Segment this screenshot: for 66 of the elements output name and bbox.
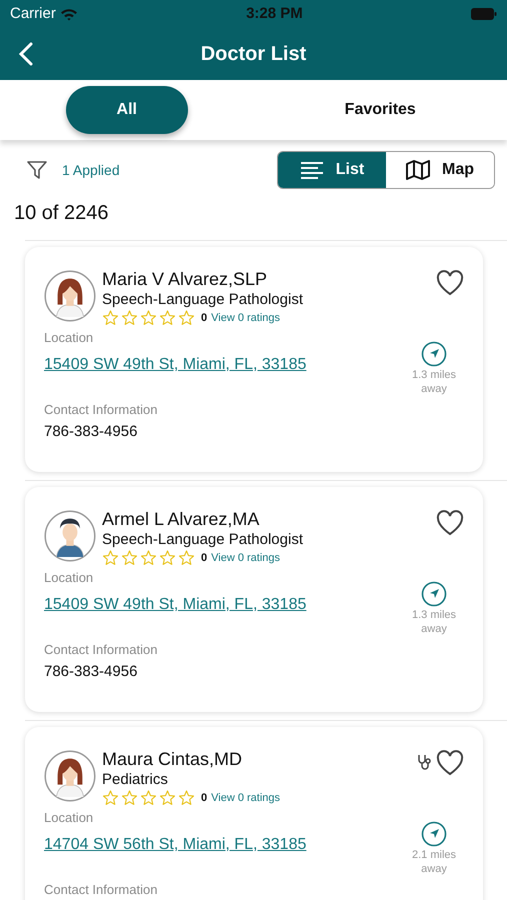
- specialty-label: Speech-Language Pathologist: [102, 290, 304, 309]
- avatar-icon: [44, 750, 96, 802]
- distance-label: 1.3 miles away: [410, 608, 458, 636]
- specialty-label: Pediatrics: [102, 770, 169, 789]
- doctor-card[interactable]: Armel L Alvarez,MA Speech-Language Pathologist 0 View 0 ratings Location 15409 SW 49th St, Miami, FL, 33185 1.3 miles away Contact Information 786-383-4956: [25, 487, 483, 712]
- contact-label: Contact Information: [44, 881, 158, 899]
- map-icon: [406, 160, 430, 180]
- list-icon: [300, 161, 324, 179]
- star-icon: [102, 310, 119, 326]
- navigation-icon[interactable]: [421, 341, 447, 367]
- view-toggle-button[interactable]: List: [278, 152, 386, 188]
- heart-icon[interactable]: [436, 510, 464, 536]
- segment-tab[interactable]: All: [66, 86, 188, 134]
- star-icon: [102, 790, 119, 806]
- distance-label: 2.1 miles away: [410, 848, 458, 876]
- heart-icon[interactable]: [436, 270, 464, 296]
- address-link[interactable]: 15409 SW 49th St, Miami, FL, 33185: [44, 353, 306, 377]
- navigation-icon[interactable]: [421, 581, 447, 607]
- star-icon: [140, 790, 157, 806]
- address-link[interactable]: 15409 SW 49th St, Miami, FL, 33185: [44, 593, 306, 617]
- doctor-name: Maria V Alvarez,SLP: [102, 268, 268, 290]
- specialty-label: Speech-Language Pathologist: [102, 530, 304, 549]
- heart-icon[interactable]: [436, 750, 464, 776]
- star-icon: [178, 790, 195, 806]
- filter-icon[interactable]: [26, 160, 48, 180]
- rating-value: 0: [201, 551, 208, 566]
- doctor-name: Maura Cintas,MD: [102, 748, 244, 770]
- stethoscope-icon: [416, 754, 432, 772]
- result-count: 10 of 2246: [13, 201, 110, 226]
- star-icon: [159, 790, 176, 806]
- avatar-icon: [44, 510, 96, 562]
- star-icon: [140, 310, 157, 326]
- rating-value: 0: [201, 311, 208, 326]
- carrier-label: Carrier: [10, 4, 56, 24]
- star-icon: [121, 550, 138, 566]
- doctor-card[interactable]: Maura Cintas,MD Pediatrics 0 View 0 ratings Location 14704 SW 56th St, Miami, FL, 33185 2.1 miles away Contact Information: [25, 727, 483, 900]
- star-icon: [178, 550, 195, 566]
- distance-label: 1.3 miles away: [410, 368, 458, 396]
- address-link[interactable]: 14704 SW 56th St, Miami, FL, 33185: [44, 833, 306, 857]
- phone-number: 786-383-4956: [44, 422, 138, 442]
- avatar-icon: [44, 270, 96, 322]
- star-icon: [121, 790, 138, 806]
- battery-icon: [470, 8, 497, 20]
- doctor-card[interactable]: Maria V Alvarez,SLP Speech-Language Pathologist 0 View 0 ratings Location 15409 SW 49th St, Miami, FL, 33185 1.3 miles away Contact Information 786-383-4956: [25, 247, 483, 472]
- location-label: Location: [44, 568, 94, 586]
- contact-label: Contact Information: [44, 401, 158, 419]
- star-icon: [121, 310, 138, 326]
- phone-number: 786-383-4956: [44, 662, 138, 682]
- rating-value: 0: [201, 791, 208, 806]
- star-icon: [159, 310, 176, 326]
- doctor-name: Armel L Alvarez,MA: [102, 508, 260, 530]
- view-ratings-link[interactable]: View 0 ratings: [211, 310, 280, 326]
- star-icon: [178, 310, 195, 326]
- star-icon: [140, 550, 157, 566]
- view-ratings-link[interactable]: View 0 ratings: [211, 550, 280, 566]
- star-icon: [159, 550, 176, 566]
- contact-label: Contact Information: [44, 641, 158, 659]
- filter-status-link[interactable]: 1 Applied: [62, 160, 120, 180]
- clock-time: 3:28 PM: [246, 4, 303, 24]
- view-ratings-link[interactable]: View 0 ratings: [211, 790, 280, 806]
- wifi-icon: [60, 8, 78, 20]
- location-label: Location: [44, 328, 94, 346]
- location-label: Location: [44, 808, 94, 826]
- star-icon: [102, 550, 119, 566]
- navigation-icon[interactable]: [421, 821, 447, 847]
- screen-title: Doctor List: [200, 42, 306, 67]
